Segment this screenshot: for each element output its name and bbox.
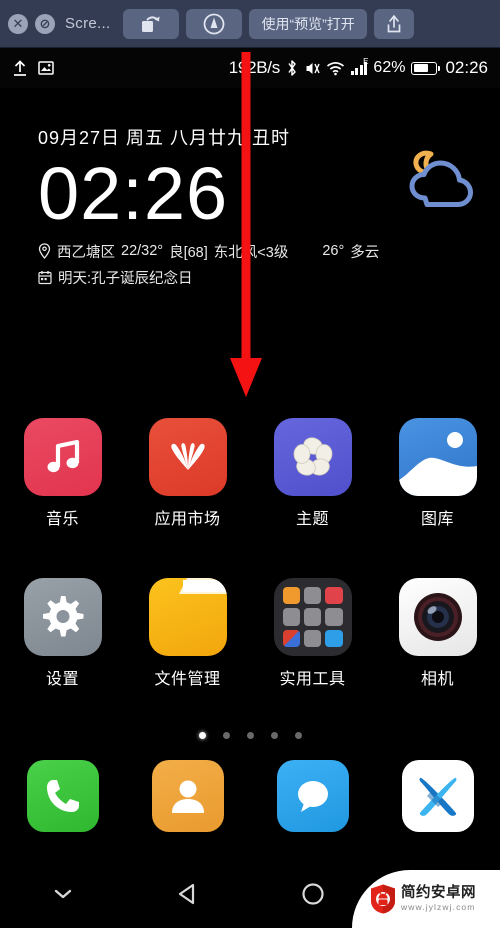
page-dot-3[interactable] xyxy=(246,732,254,739)
mini-icon-lock xyxy=(303,629,322,647)
app-music[interactable]: 音乐 xyxy=(0,418,125,529)
page-dot-2[interactable] xyxy=(222,732,230,739)
app-label: 设置 xyxy=(45,671,79,688)
dock-contacts[interactable] xyxy=(125,760,250,832)
file-manager-folder-icon xyxy=(148,578,227,656)
dock-messages[interactable] xyxy=(250,760,375,832)
widget-festival-line: 明天:孔子诞辰纪念日 xyxy=(38,267,480,288)
app-camera[interactable]: 相机 xyxy=(375,578,500,689)
nav-dropdown-button[interactable] xyxy=(0,886,125,902)
settings-gear-icon xyxy=(23,578,102,656)
mute-icon xyxy=(306,62,320,74)
dock-phone[interactable] xyxy=(0,760,125,832)
camera-icon xyxy=(398,578,477,656)
calendar-icon xyxy=(38,270,52,285)
page-indicator[interactable] xyxy=(0,732,500,739)
close-icon[interactable]: ✕ xyxy=(8,13,28,34)
markup-button[interactable] xyxy=(186,8,243,39)
x-browser-icon xyxy=(401,760,474,832)
app-file-manager[interactable]: 文件管理 xyxy=(125,578,250,689)
markup-icon xyxy=(204,13,225,34)
quicklook-title: Scre... xyxy=(65,15,111,32)
tools-folder-icon xyxy=(273,578,352,656)
gallery-icon xyxy=(398,418,477,496)
battery-icon xyxy=(411,61,441,75)
mini-icon-calculator xyxy=(303,587,322,605)
app-settings[interactable]: 设置 xyxy=(0,578,125,689)
watermark-site-url: www.jylzwj.com xyxy=(401,902,476,913)
messages-icon xyxy=(276,760,349,832)
mini-icon-chart xyxy=(325,608,343,626)
upload-icon xyxy=(14,59,26,76)
open-with-preview-button[interactable]: 使用“预览”打开 xyxy=(249,8,367,39)
weather-air-quality: 良[68] xyxy=(169,244,208,261)
app-label: 应用市场 xyxy=(154,511,221,528)
mini-icon-download xyxy=(303,608,322,626)
app-themes[interactable]: 主题 xyxy=(250,418,375,529)
app-tools-folder[interactable]: 实用工具 xyxy=(250,578,375,689)
share-icon xyxy=(387,14,401,32)
screenshot-root: ✕ ⊘ Scre... 使用“预览”打开 192B/s E 62% 02:26 … xyxy=(0,0,500,928)
app-row-1: 音乐 应用市场 主题 图库 xyxy=(0,418,500,529)
app-appgallery[interactable]: 应用市场 xyxy=(125,418,250,529)
location-pin-icon xyxy=(38,243,51,259)
app-gallery[interactable]: 图库 xyxy=(375,418,500,529)
dock-browser[interactable] xyxy=(375,760,500,832)
dock xyxy=(0,760,500,832)
mini-icon-wps xyxy=(282,629,300,647)
wifi-icon xyxy=(326,61,344,75)
status-clock: 02:26 xyxy=(445,58,488,77)
app-label: 音乐 xyxy=(45,511,79,528)
themes-icon xyxy=(273,418,352,496)
watermark-site-name: 简约安卓网 xyxy=(401,884,476,901)
huawei-appgallery-icon xyxy=(148,418,227,496)
app-label: 文件管理 xyxy=(154,671,221,688)
page-dot-1[interactable] xyxy=(198,732,206,739)
network-speed-text: 192B/s xyxy=(228,58,280,77)
app-label: 主题 xyxy=(295,511,329,528)
android-status-bar: 192B/s E 62% 02:26 xyxy=(0,48,500,88)
festival-text: 明天:孔子诞辰纪念日 xyxy=(58,270,193,287)
weather-temp-range: 22/32° xyxy=(121,243,164,260)
bluetooth-icon xyxy=(288,60,296,76)
page-dot-5[interactable] xyxy=(294,732,302,739)
mini-icon-notes xyxy=(282,587,300,605)
rotate-icon xyxy=(142,15,160,32)
weather-current-temp: 26° xyxy=(322,243,345,260)
music-icon xyxy=(23,418,102,496)
chevron-down-icon xyxy=(54,889,71,899)
contacts-icon xyxy=(151,760,224,832)
back-triangle-icon xyxy=(178,883,194,905)
app-label: 图库 xyxy=(420,511,454,528)
widget-weather-line: 西乙塘区 22/32° 良[68] 东北风<3级 26° 多云 xyxy=(38,241,480,262)
quicklook-toolbar: ✕ ⊘ Scre... 使用“预览”打开 xyxy=(0,0,500,48)
screenshot-icon xyxy=(38,61,54,75)
app-label: 相机 xyxy=(420,671,454,688)
android-shield-logo-icon xyxy=(371,884,395,914)
weather-district: 西乙塘区 xyxy=(57,244,115,261)
battery-percent-text: 62% xyxy=(373,59,406,76)
mini-icon-player xyxy=(325,629,343,647)
home-screen: 09月27日 周五 八月廿九 丑时 02:26 西乙塘区 22/32° 良[68… xyxy=(0,88,500,860)
night-cloudy-icon xyxy=(400,146,478,220)
weather-wind: 东北风<3级 xyxy=(213,244,289,261)
weather-current-desc: 多云 xyxy=(350,244,380,261)
cellular-signal-icon: E xyxy=(350,57,368,75)
app-row-2: 设置 文件管理 实用工具 相机 xyxy=(0,578,500,689)
mini-icon-flashlight xyxy=(325,587,343,605)
phone-icon xyxy=(26,760,99,832)
block-icon[interactable]: ⊘ xyxy=(35,13,55,34)
mini-icon-backup xyxy=(282,608,300,626)
rotate-button[interactable] xyxy=(123,8,180,39)
app-label: 实用工具 xyxy=(279,671,346,688)
home-circle-icon xyxy=(301,883,324,905)
nav-back-button[interactable] xyxy=(125,881,250,907)
page-dot-4[interactable] xyxy=(270,732,278,739)
share-button[interactable] xyxy=(373,8,414,39)
network-type-label: E xyxy=(363,57,369,66)
